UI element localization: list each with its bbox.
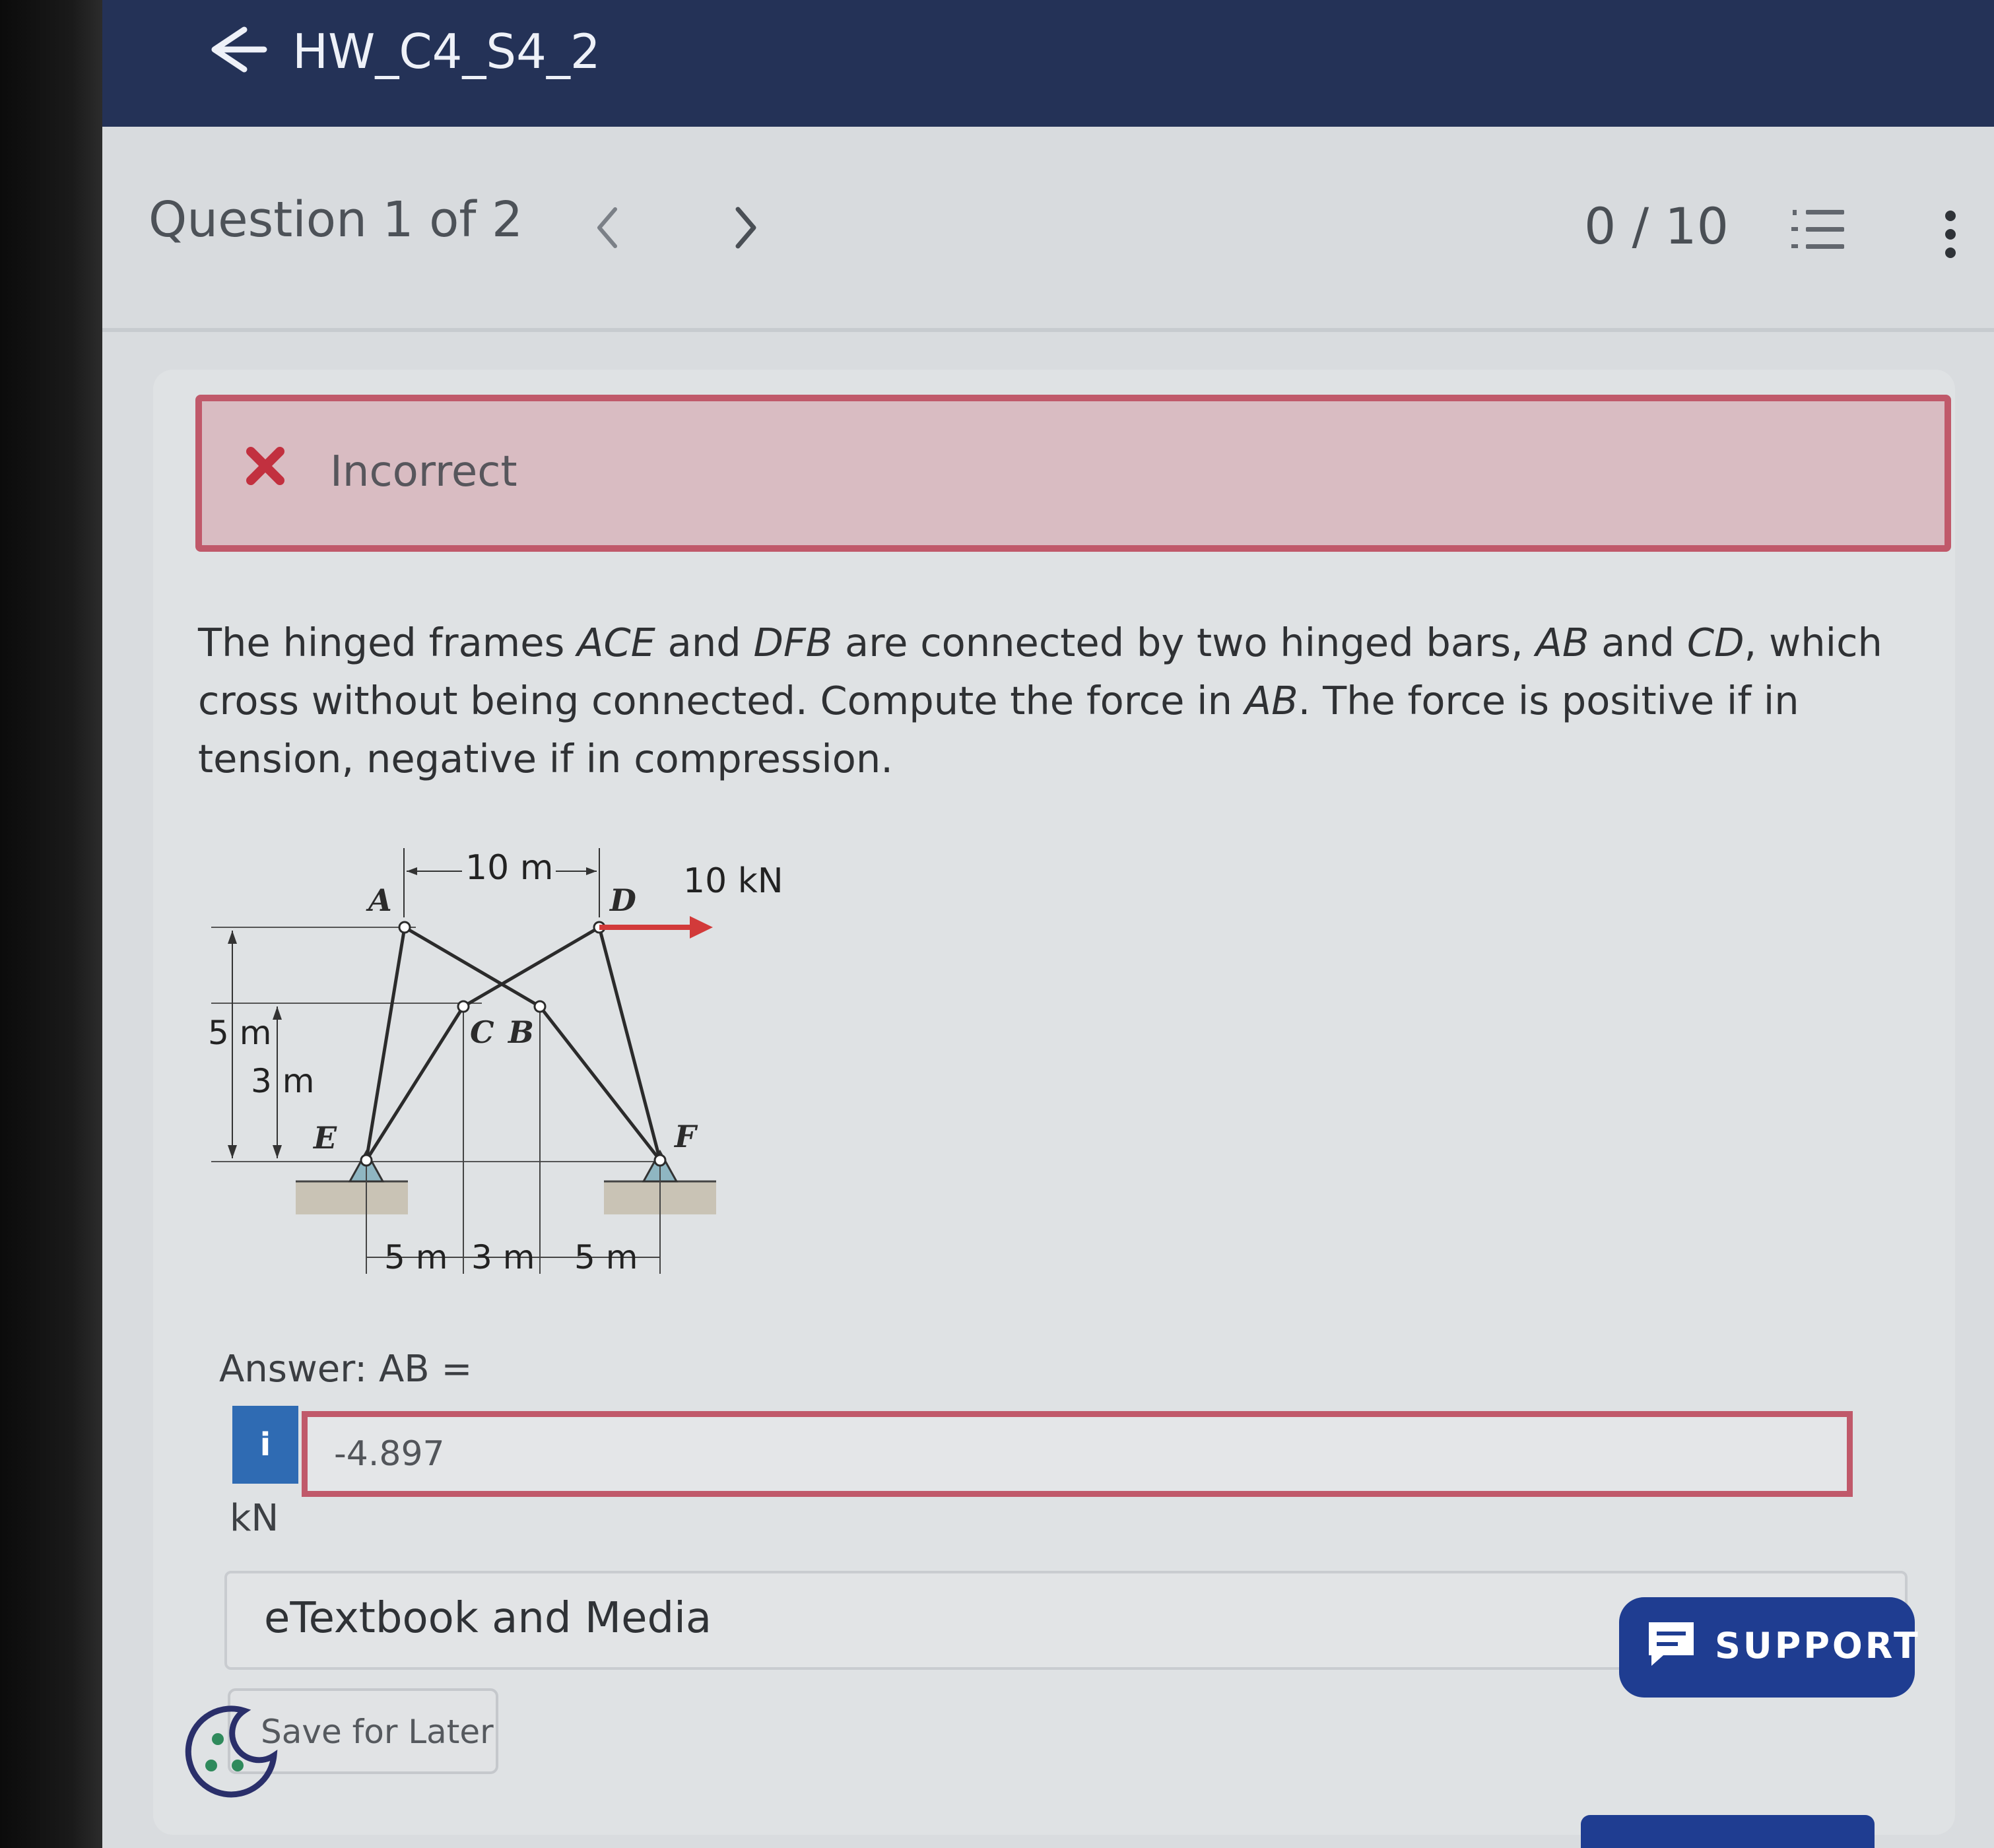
answer-label: Answer: AB =	[219, 1348, 473, 1391]
answer-unit: kN	[230, 1497, 279, 1540]
dim-height-partial: 3 m	[251, 1062, 314, 1100]
answer-input[interactable]	[302, 1411, 1853, 1497]
dim-bottom-1: 5 m	[384, 1238, 448, 1276]
load-label: 10 kN	[683, 861, 783, 901]
feedback-status: Incorrect	[330, 447, 517, 496]
back-arrow-icon[interactable]	[198, 20, 271, 79]
more-options-icon[interactable]	[1937, 208, 1964, 261]
save-for-later-label: Save for Later	[261, 1713, 494, 1751]
previous-question-button[interactable]	[587, 201, 627, 254]
node-f-label: F	[673, 1119, 698, 1154]
chat-icon	[1649, 1622, 1694, 1666]
node-c-label: C	[470, 1014, 494, 1050]
etextbook-label: eTextbook and Media	[264, 1594, 712, 1643]
score-display: 0 / 10	[1584, 197, 1729, 255]
dim-bottom-2: 3 m	[471, 1238, 535, 1276]
cookie-icon[interactable]	[182, 1703, 281, 1802]
next-question-button[interactable]	[726, 201, 766, 254]
node-a-label: A	[366, 882, 392, 918]
info-button[interactable]: i	[232, 1406, 298, 1484]
support-label: SUPPORT	[1715, 1625, 1921, 1666]
dim-top-label: 10 m	[465, 848, 553, 888]
device-bezel	[0, 0, 102, 1848]
node-b-label: B	[507, 1014, 534, 1050]
incorrect-x-icon	[246, 447, 284, 485]
dim-bottom-3: 5 m	[574, 1238, 638, 1276]
question-list-icon[interactable]	[1789, 205, 1848, 257]
question-text: The hinged frames ACE and DFB are connec…	[198, 620, 1882, 781]
dim-height-total: 5 m	[208, 1014, 271, 1052]
node-d-label: D	[609, 882, 636, 918]
truss-figure: 10 m 5 m 3 m 10 kN A D C B E F 5 m 3 m 5…	[208, 848, 783, 1276]
assignment-title: HW_C4_S4_2	[292, 24, 601, 79]
bottom-action-button[interactable]	[1581, 1815, 1875, 1848]
node-e-label: E	[312, 1120, 337, 1156]
question-counter: Question 1 of 2	[149, 191, 523, 248]
